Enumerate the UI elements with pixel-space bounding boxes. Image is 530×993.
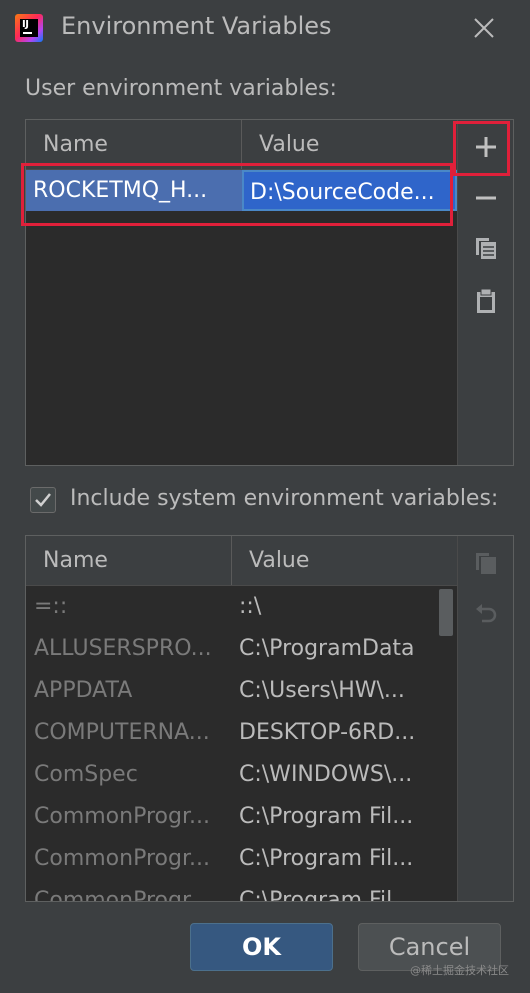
column-header-value[interactable]: Value [242, 120, 457, 169]
user-variables-table: Name Value ROCKETMQ_H... D:\SourceCode..… [25, 119, 514, 466]
system-table-body: Name Value =::::\ ALLUSERSPRO... C:\Progra… [26, 536, 457, 901]
system-table-toolbar [457, 536, 513, 901]
user-table-body: Name Value ROCKETMQ_H... D:\SourceCode..… [26, 120, 457, 465]
row-name-cell[interactable]: ROCKETMQ_H... [26, 170, 242, 211]
column-header-name[interactable]: Name [26, 536, 232, 585]
user-table-toolbar [457, 120, 513, 465]
row-value-cell[interactable]: C:\ProgramData [239, 628, 434, 669]
row-value-cell[interactable]: C:\Program Fil... [239, 838, 434, 879]
table-row[interactable]: CommonProgr... C:\Program Fil... [26, 796, 438, 838]
row-value-cell-editing[interactable]: D:\SourceCode... [242, 170, 457, 211]
intellij-logo-icon: IJ [15, 14, 43, 42]
table-row[interactable]: ComSpec C:\WINDOWS\... [26, 754, 438, 796]
system-variables-table: Name Value =::::\ ALLUSERSPRO... C:\Progra… [25, 535, 514, 902]
row-name-cell[interactable]: CommonProgr... [26, 838, 231, 879]
logo-text: IJ [22, 19, 29, 30]
undo-icon [472, 600, 500, 628]
column-header-name[interactable]: Name [26, 120, 242, 169]
copy-icon[interactable] [472, 234, 500, 262]
row-value-cell[interactable]: C:\Users\HW\... [239, 670, 434, 711]
column-header-value[interactable]: Value [232, 536, 438, 585]
row-value-cell[interactable]: C:\Program Fil... [239, 796, 434, 837]
window-title: Environment Variables [61, 12, 332, 40]
row-name-cell[interactable]: COMPUTERNA... [26, 712, 231, 753]
ok-button[interactable]: OK [190, 923, 333, 971]
table-row[interactable]: CommonProgr... C:\Program Fil... [26, 880, 438, 901]
table-row[interactable]: COMPUTERNA... DESKTOP-6RD... [26, 712, 438, 754]
row-value-cell[interactable]: DESKTOP-6RD... [239, 712, 434, 753]
user-table-header: Name Value [26, 120, 457, 170]
row-name-cell[interactable]: CommonProgr... [26, 796, 231, 837]
include-system-label: Include system environment variables: [70, 486, 499, 511]
row-name-cell[interactable]: APPDATA [26, 670, 231, 711]
row-name-cell[interactable]: ComSpec [26, 754, 231, 795]
table-row[interactable]: ALLUSERSPRO... C:\ProgramData [26, 628, 438, 670]
row-name-cell[interactable]: ALLUSERSPRO... [26, 628, 231, 669]
system-table-header: Name Value [26, 536, 457, 586]
remove-icon[interactable] [472, 184, 500, 212]
add-icon[interactable] [472, 133, 500, 161]
title-bar: IJ Environment Variables [0, 0, 530, 58]
row-value-cell[interactable]: C:\WINDOWS\... [239, 754, 434, 795]
close-icon[interactable] [470, 14, 498, 42]
copy-icon [472, 549, 500, 577]
table-row[interactable]: CommonProgr... C:\Program Fil... [26, 838, 438, 880]
watermark: @稀土掘金技术社区 [410, 964, 509, 977]
table-row[interactable]: APPDATA C:\Users\HW\... [26, 670, 438, 712]
row-value-cell[interactable]: C:\Program Fil... [239, 880, 434, 901]
paste-icon[interactable] [472, 287, 500, 315]
row-name-cell[interactable]: =:: [26, 586, 231, 627]
checkbox-checked-icon[interactable] [30, 487, 56, 513]
row-value-cell[interactable]: ::\ [239, 586, 434, 627]
scrollbar-thumb[interactable] [439, 589, 453, 636]
row-name-cell[interactable]: CommonProgr... [26, 880, 231, 901]
table-row[interactable]: ROCKETMQ_H... D:\SourceCode... [26, 170, 457, 211]
user-variables-label: User environment variables: [25, 76, 337, 101]
table-row[interactable]: =::::\ [26, 586, 438, 628]
